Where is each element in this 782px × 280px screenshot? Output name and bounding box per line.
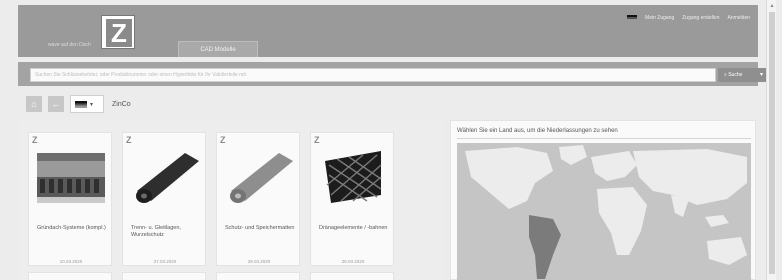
zinco-logo[interactable]: Z <box>101 15 135 49</box>
product-card[interactable]: Z Gründach-Systeme (kompl.) 10.03.2020 <box>28 132 112 266</box>
chevron-down-icon: ▾ <box>759 72 763 78</box>
logo-letter: Z <box>106 19 132 47</box>
back-arrow-icon: ← <box>51 99 61 109</box>
breadcrumb: ⌂ ← ▾ ZinCo <box>26 94 131 114</box>
home-button[interactable]: ⌂ <box>26 96 42 112</box>
search-input[interactable]: Suchen Sie Schlüsselwörter, oder Produkt… <box>30 68 716 82</box>
product-card[interactable]: Z Dränageelemente / -bahnen 28.03.2020 <box>310 132 394 266</box>
product-name: Trenn- u. Gleitlagen, Wurzelschutz <box>131 225 181 238</box>
product-name: Schutz- und Speichermatten <box>225 225 295 231</box>
product-image-drainage-mesh <box>325 151 382 203</box>
chevron-down-icon: ▾ <box>90 101 94 108</box>
zinco-mark-icon: Z <box>32 135 38 145</box>
product-grid: Z Gründach-Systeme (kompl.) 10.03.2020 Z… <box>18 120 442 280</box>
product-card[interactable]: Z Schutz- und Speichermatten 28.03.2020 <box>216 132 300 266</box>
world-map[interactable] <box>457 143 751 280</box>
search-button[interactable]: ⌕ Suche ▾ <box>718 68 768 82</box>
home-icon: ⌂ <box>31 99 37 109</box>
divider <box>457 138 751 139</box>
vertical-scrollbar[interactable]: ▴ <box>766 0 776 280</box>
scroll-up-icon[interactable]: ▴ <box>768 2 776 9</box>
product-image-green-roof <box>37 153 105 203</box>
zinco-mark-icon: Z <box>220 135 226 145</box>
scroll-thumb[interactable] <box>769 12 775 274</box>
language-flag-icon[interactable] <box>627 15 638 21</box>
search-button-label: Suche <box>728 72 743 78</box>
product-date: 10.03.2020 <box>59 259 83 264</box>
product-date: 28.03.2020 <box>247 259 271 264</box>
tab-cad-modelle[interactable]: CAD Modelle <box>178 41 258 57</box>
top-links: Mein Zugang Zugang erstellen Anmelden <box>627 15 750 21</box>
product-card-next-row <box>122 272 206 280</box>
link-anmelden[interactable]: Anmelden <box>727 15 750 21</box>
zinco-mark-icon: Z <box>126 135 132 145</box>
tagline: wave auf den Dach <box>48 42 91 48</box>
product-date: 28.03.2020 <box>341 259 365 264</box>
site-header: Z wave auf den Dach CAD Modelle Mein Zug… <box>18 5 758 57</box>
back-button[interactable]: ← <box>48 96 64 112</box>
product-date: 27.03.2020 <box>153 259 177 264</box>
product-image-roll-gray <box>230 153 293 203</box>
breadcrumb-company: ZinCo <box>112 100 131 108</box>
country-map-panel: Wählen Sie ein Land aus, um die Niederla… <box>450 120 756 280</box>
link-mein-zugang[interactable]: Mein Zugang <box>645 15 674 21</box>
product-name: Dränageelemente / -bahnen <box>319 225 388 231</box>
search-bar: Suchen Sie Schlüsselwörter, oder Produkt… <box>18 62 768 86</box>
world-map-svg[interactable] <box>457 143 751 280</box>
product-card-next-row <box>28 272 112 280</box>
product-card-next-row <box>310 272 394 280</box>
country-select[interactable]: ▾ <box>70 95 104 113</box>
product-card[interactable]: Z Trenn- u. Gleitlagen, Wurzelschutz 27.… <box>122 132 206 266</box>
germany-flag-icon <box>75 100 87 108</box>
search-icon: ⌕ <box>724 72 727 78</box>
product-card-next-row <box>216 272 300 280</box>
map-title: Wählen Sie ein Land aus, um die Niederla… <box>457 128 618 134</box>
product-image-roll-black <box>136 153 199 203</box>
link-zugang-erstellen[interactable]: Zugang erstellen <box>682 15 719 21</box>
zinco-mark-icon: Z <box>314 135 320 145</box>
product-name: Gründach-Systeme (kompl.) <box>37 225 106 231</box>
